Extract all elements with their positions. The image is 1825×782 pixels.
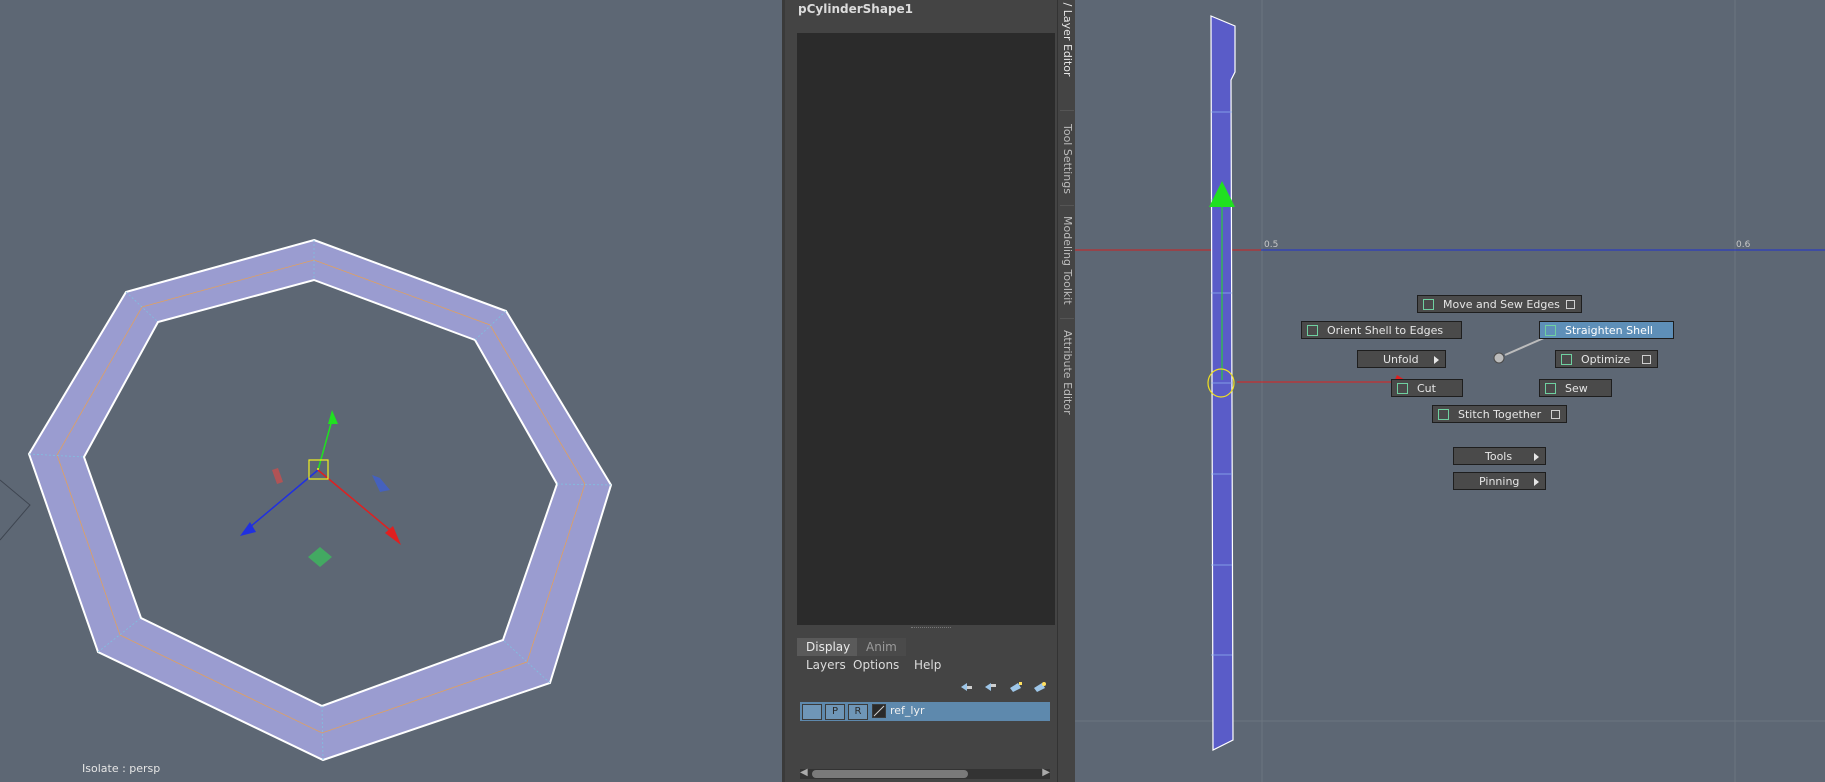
channel-list[interactable] <box>797 33 1055 625</box>
menu-layers[interactable]: Layers <box>806 658 846 672</box>
scroll-left-arrow-icon[interactable]: ◀ <box>800 767 808 778</box>
option-box-icon[interactable] <box>1642 355 1651 364</box>
scroll-thumb[interactable] <box>812 770 968 778</box>
layer-display-type-toggle[interactable]: R <box>848 704 868 720</box>
xz-plane-handle <box>308 547 332 567</box>
yz-plane-handle <box>272 468 283 484</box>
menu-stitch-together[interactable]: Stitch Together <box>1432 405 1567 423</box>
shape-node-title: pCylinderShape1 <box>798 2 913 16</box>
tab-separator <box>1060 318 1074 319</box>
layer-toolbar <box>797 678 1055 698</box>
cut-icon <box>1397 383 1408 394</box>
layer-row-ref-lyr[interactable]: P R ref_lyr <box>800 702 1050 721</box>
submenu-arrow-icon <box>1434 356 1439 364</box>
cylinder-ring-mesh[interactable] <box>27 238 613 762</box>
straighten-shell-icon <box>1545 325 1556 336</box>
uv-tick-label-0-6: 0.6 <box>1736 240 1751 250</box>
move-layer-up-icon[interactable] <box>959 682 973 693</box>
optimize-icon <box>1561 354 1572 365</box>
menu-cut[interactable]: Cut <box>1391 379 1463 397</box>
marking-menu-center-icon <box>1493 352 1505 364</box>
submenu-arrow-icon <box>1534 453 1539 461</box>
side-tab-strip: Channel Box / Layer Editor Tool Settings… <box>1057 0 1077 782</box>
menu-sew[interactable]: Sew <box>1539 379 1612 397</box>
menu-unfold[interactable]: Unfold <box>1357 350 1446 368</box>
submenu-arrow-icon <box>1534 478 1539 486</box>
orient-shell-icon <box>1307 325 1318 336</box>
side-tab-attribute-editor[interactable]: Attribute Editor <box>1058 330 1076 420</box>
side-tab-modeling-toolkit[interactable]: Modeling Toolkit <box>1058 216 1076 324</box>
channel-box-panel: pCylinderShape1 Display Anim Layers Opti… <box>782 0 1060 782</box>
tab-anim[interactable]: Anim <box>857 638 906 656</box>
side-tab-tool-settings[interactable]: Tool Settings <box>1058 124 1076 210</box>
offscreen-object-edge <box>0 479 31 541</box>
menu-pinning[interactable]: Pinning <box>1453 472 1546 490</box>
menu-options[interactable]: Options <box>853 658 899 672</box>
layer-playback-toggle[interactable]: P <box>825 704 845 720</box>
stitch-together-icon <box>1438 409 1449 420</box>
side-tab-channel-box[interactable]: Channel Box / Layer Editor <box>1058 0 1076 105</box>
option-box-icon[interactable] <box>1551 410 1560 419</box>
move-manipulator[interactable] <box>240 410 401 567</box>
tab-display[interactable]: Display <box>797 638 860 656</box>
layer-visibility-toggle[interactable] <box>802 704 822 720</box>
sew-icon <box>1545 383 1556 394</box>
menu-optimize[interactable]: Optimize <box>1555 350 1658 368</box>
tab-separator <box>1060 110 1074 111</box>
layer-editor: Display Anim Layers Options Help P R ref… <box>797 638 1055 782</box>
perspective-viewport[interactable]: Isolate : persp <box>0 0 782 782</box>
xy-plane-handle <box>372 475 390 492</box>
layer-horizontal-scrollbar[interactable]: ◀ ▶ <box>800 767 1050 779</box>
uv-tick-label-0-5: 0.5 <box>1264 240 1279 250</box>
panel-splitter[interactable] <box>911 627 951 630</box>
layer-color-swatch-icon[interactable] <box>872 704 886 718</box>
scroll-right-arrow-icon[interactable]: ▶ <box>1042 767 1050 778</box>
new-layer-icon[interactable] <box>1009 682 1023 693</box>
menu-move-and-sew-edges[interactable]: Move and Sew Edges <box>1417 295 1582 313</box>
x-axis-handle <box>385 526 401 545</box>
layer-menu-bar: Layers Options Help <box>797 658 1055 676</box>
menu-orient-shell-to-edges[interactable]: Orient Shell to Edges <box>1301 321 1462 339</box>
layer-name[interactable]: ref_lyr <box>890 704 925 717</box>
menu-help[interactable]: Help <box>914 658 941 672</box>
isolate-label: Isolate : persp <box>82 762 161 775</box>
viewport-canvas[interactable] <box>0 0 782 782</box>
side-tab-label: Channel Box / Layer Editor <box>1061 0 1074 77</box>
y-axis-handle <box>328 410 338 424</box>
move-sew-icon <box>1423 299 1434 310</box>
uv-editor-viewport[interactable]: 0.5 0.6 Move and Sew Edges Orient Shell … <box>1075 0 1825 782</box>
new-layer-from-selected-icon[interactable] <box>1033 682 1047 693</box>
menu-straighten-shell[interactable]: Straighten Shell <box>1539 321 1674 339</box>
tab-separator <box>1060 205 1074 206</box>
option-box-icon[interactable] <box>1566 300 1575 309</box>
menu-tools[interactable]: Tools <box>1453 447 1546 465</box>
layer-tabs: Display Anim <box>797 638 1055 656</box>
move-layer-down-icon[interactable] <box>983 682 997 693</box>
